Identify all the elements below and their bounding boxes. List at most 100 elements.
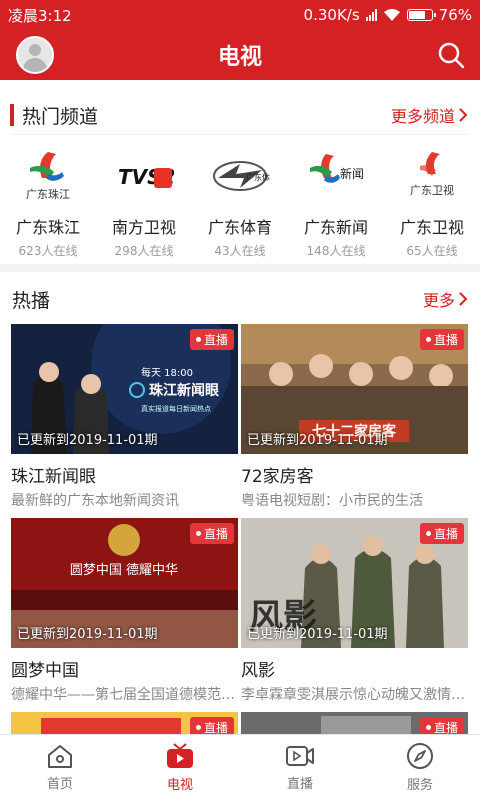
- gd-news-logo-text: 新闻: [340, 166, 364, 181]
- hot-channels-header: 热门频道 更多频道: [0, 98, 480, 132]
- nav-tv-label: 电视: [166, 778, 193, 793]
- search-icon[interactable]: [436, 40, 466, 70]
- program-description: 德耀中华——第七届全国道德模范与身边好人: [11, 687, 238, 703]
- nav-home[interactable]: 首页: [0, 735, 120, 800]
- hot-channels-title: 热门频道: [22, 105, 99, 128]
- avatar[interactable]: [16, 36, 54, 74]
- home-icon: [48, 745, 72, 768]
- channel-name: 广东新闻: [303, 218, 368, 237]
- program-card-zhujiang-news[interactable]: 每天 18:00 珠江新闻眼 真实报道每日新闻热点 直播 已更新到2019-11…: [11, 324, 238, 510]
- channel-online-count: 298人在线: [114, 244, 174, 258]
- tv-icon: [167, 743, 193, 768]
- program-description: 李卓霖章雯淇展示惊心动魄又激情燃烧的岁月: [241, 687, 468, 703]
- more-programs-link[interactable]: 更多: [423, 287, 468, 311]
- channel-item-zhujiang[interactable]: 广东珠江 广东珠江 623人在线: [0, 148, 96, 260]
- app-header: 电视: [0, 30, 480, 80]
- nav-service-label: 服务: [406, 778, 433, 793]
- live-dot-icon: [195, 725, 201, 730]
- zhujiang-logo-text: 广东珠江: [26, 187, 70, 201]
- program-title: 72家房客: [241, 467, 314, 487]
- battery-icon: [406, 9, 436, 21]
- update-info: 已更新到2019-11-01期: [17, 627, 158, 642]
- live-dot-icon: [425, 531, 431, 536]
- cell-signal-icon: [365, 9, 377, 21]
- poster-time: 每天 18:00: [141, 366, 193, 379]
- live-badge: 直播: [189, 717, 234, 734]
- nav-service[interactable]: 服务: [360, 735, 480, 800]
- live-dot-icon: [425, 725, 431, 730]
- nav-tv[interactable]: 电视: [120, 735, 240, 800]
- live-badge-label: 直播: [203, 721, 228, 734]
- update-info: 已更新到2019-11-01期: [247, 433, 388, 448]
- program-thumbnail: 每天 18:00 珠江新闻眼 真实报道每日新闻热点 直播 已更新到2019-11…: [11, 324, 238, 454]
- live-dot-icon: [195, 337, 201, 342]
- channel-item-gd-satellite[interactable]: 广东卫视 广东卫视 65人在线: [384, 148, 480, 260]
- channel-name: 广东卫视: [399, 218, 464, 237]
- poster-title: 圆梦中国 德耀中华: [70, 563, 178, 578]
- channel-item-tvs2[interactable]: TVS2 南方卫视 298人在线: [96, 148, 192, 260]
- live-badge-label: 直播: [203, 527, 228, 541]
- channel-name: 南方卫视: [111, 218, 176, 237]
- battery-percent: 76%: [438, 6, 472, 24]
- channel-online-count: 623人在线: [18, 244, 78, 258]
- more-programs-label: 更多: [422, 291, 455, 310]
- nav-home-label: 首页: [46, 777, 73, 792]
- more-channels-label: 更多频道: [390, 107, 455, 126]
- live-badge-label: 直播: [433, 527, 458, 541]
- channel-online-count: 65人在线: [406, 244, 458, 258]
- chevron-right-icon: [459, 108, 468, 122]
- channel-list: 广东珠江 广东珠江 623人在线 TVS2 南方卫视 298人在线 广东体育 广…: [0, 148, 480, 260]
- zhujiang-logo: 广东珠江: [26, 152, 70, 201]
- update-info: 已更新到2019-11-01期: [247, 627, 388, 642]
- page-title: 电视: [217, 45, 262, 70]
- avatar-body-shape: [23, 58, 47, 72]
- channel-item-gd-news[interactable]: 新闻 广东新闻 148人在线: [288, 148, 384, 260]
- bottom-nav: 首页 电视 直播 服务: [0, 734, 480, 800]
- program-thumbnail: 直播: [241, 712, 468, 734]
- nav-live[interactable]: 直播: [240, 735, 360, 800]
- live-dot-icon: [425, 337, 431, 342]
- more-channels-link[interactable]: 更多频道: [391, 103, 468, 127]
- update-info: 已更新到2019-11-01期: [17, 433, 158, 448]
- live-badge-label: 直播: [433, 721, 458, 734]
- program-card-feng-ying[interactable]: 风影 直播 已更新到2019-11-01期 风影 李卓霖章雯淇展示惊心动魄又激情…: [241, 518, 468, 704]
- battery-fill: [408, 11, 425, 19]
- channel-name: 广东体育: [207, 218, 272, 237]
- program-thumbnail: 直播: [11, 712, 238, 734]
- wifi-icon: [383, 9, 400, 21]
- program-title: 圆梦中国: [11, 661, 79, 681]
- gd-news-logo: 新闻: [310, 154, 364, 183]
- app-root: 凌晨3:12 0.30K/s 76% 电视 热门频道 更多频道 广东珠江 广东珠…: [0, 0, 480, 800]
- program-card-dream-china[interactable]: 圆梦中国 德耀中华 直播 已更新到2019-11-01期 圆梦中国 德耀中华——…: [11, 518, 238, 704]
- channel-name: 广东珠江: [15, 218, 80, 237]
- gd-sports-logo-text: 广东体育: [246, 172, 270, 182]
- program-card-72-tenants[interactable]: 七十二家房客 直播 已更新到2019-11-01期 72家房客 粤语电视短剧：小…: [241, 324, 468, 510]
- program-thumbnail: 圆梦中国 德耀中华 直播 已更新到2019-11-01期: [11, 518, 238, 648]
- poster-tagline: 真实报道每日新闻热点: [141, 404, 211, 413]
- hot-play-title: 热播: [12, 289, 51, 312]
- live-video-icon: [286, 746, 314, 766]
- compass-icon: [407, 743, 433, 769]
- live-badge: 直播: [419, 717, 464, 734]
- section-separator: [0, 264, 480, 272]
- poster-title: 珠江新闻眼: [149, 382, 219, 399]
- tvs2-logo: TVS2: [118, 165, 174, 189]
- program-card-partial[interactable]: 直播: [11, 712, 238, 734]
- program-title: 珠江新闻眼: [11, 467, 96, 487]
- channel-item-gd-sports[interactable]: 广东体育 广东体育 43人在线: [192, 148, 288, 260]
- network-speed: 0.30K/s: [303, 6, 360, 24]
- program-thumbnail: 风影 直播 已更新到2019-11-01期: [241, 518, 468, 648]
- divider: [12, 134, 468, 135]
- status-right: 0.30K/s 76%: [304, 6, 472, 24]
- nav-live-label: 直播: [286, 777, 313, 792]
- program-description: 粤语电视短剧：小市民的生活: [241, 493, 423, 509]
- chevron-right-icon: [459, 292, 468, 306]
- avatar-head-shape: [29, 44, 41, 56]
- gd-satellite-logo: 广东卫视: [410, 152, 454, 197]
- program-title: 风影: [241, 661, 275, 681]
- program-card-partial[interactable]: 直播: [241, 712, 468, 734]
- hot-play-header: 热播 更多: [0, 282, 480, 316]
- live-badge-label: 直播: [433, 333, 458, 347]
- status-time: 凌晨3:12: [8, 6, 72, 25]
- section-accent-bar: [10, 104, 14, 126]
